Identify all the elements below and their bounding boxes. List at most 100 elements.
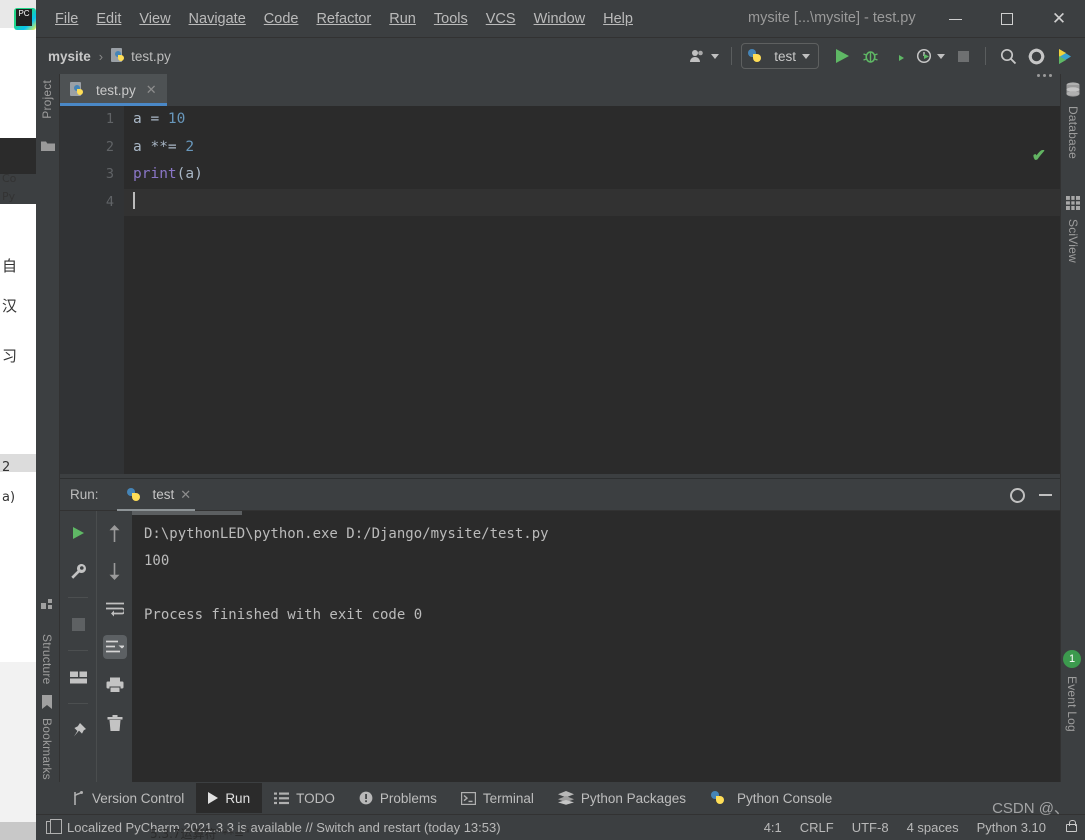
sidebar-item-bookmarks[interactable]: Bookmarks: [40, 718, 54, 780]
tab-python-console[interactable]: Python Console: [698, 783, 844, 813]
editor-tab-options-button[interactable]: [1037, 74, 1052, 106]
menu-help-label: Help: [603, 10, 633, 27]
minimize-button[interactable]: [929, 0, 981, 38]
tab-version-control[interactable]: Version Control: [60, 783, 196, 813]
tab-run[interactable]: Run: [196, 783, 263, 813]
menu-vcs-label: VCS: [485, 10, 516, 27]
layout-button[interactable]: [66, 665, 90, 689]
menu-item-view[interactable]: View: [130, 7, 179, 31]
console-line: D:\pythonLED\python.exe D:/Django/mysite…: [144, 526, 549, 542]
maximize-icon: [1001, 13, 1013, 25]
menu-item-code[interactable]: Code: [255, 7, 308, 31]
settings-icon[interactable]: [1010, 487, 1025, 503]
sidebar-item-sciview[interactable]: SciView: [1066, 219, 1080, 263]
print-button[interactable]: [103, 673, 127, 697]
tab-problems[interactable]: Problems: [347, 783, 449, 813]
chevron-down-icon: [711, 53, 720, 59]
notification-icon[interactable]: [46, 819, 62, 834]
editor-tab-bar: test.py ✕: [60, 74, 1060, 106]
menu-item-navigate[interactable]: Navigate: [180, 7, 255, 31]
settings-button[interactable]: [1023, 43, 1049, 69]
event-log-badge: 1: [1063, 650, 1081, 668]
sidebar-item-structure[interactable]: Structure: [40, 634, 54, 685]
menu-item-file[interactable]: File: [46, 7, 87, 31]
scroll-down-button[interactable]: [103, 559, 127, 583]
terminal-icon: [460, 791, 476, 805]
menu-item-edit[interactable]: Edit: [87, 7, 130, 31]
indent-setting[interactable]: 4 spaces: [907, 820, 959, 835]
status-message[interactable]: Localized PyCharm 2021.3.3 is available …: [67, 820, 501, 835]
coverage-button[interactable]: [885, 43, 911, 69]
plugin-button[interactable]: [1051, 43, 1077, 69]
run-button[interactable]: [829, 43, 855, 69]
breadcrumb-separator: ›: [98, 48, 104, 64]
debug-button[interactable]: [857, 43, 883, 69]
toolbar-divider: [68, 597, 88, 598]
code-editor[interactable]: 1 2 3 4 a = 10 a **= 2 print(a) ✔: [60, 106, 1060, 474]
menu-refactor-label: Refactor: [316, 10, 372, 27]
soft-wrap-icon: [105, 602, 124, 616]
scroll-to-end-button[interactable]: [102, 635, 127, 659]
maximize-button[interactable]: [981, 0, 1033, 38]
run-toolbar-right: [96, 511, 132, 782]
tab-terminal[interactable]: Terminal: [449, 783, 546, 813]
soft-wrap-button[interactable]: [103, 597, 127, 621]
event-log-stripe: 1 Event Log: [1060, 642, 1085, 782]
menu-item-window[interactable]: Window: [525, 7, 595, 31]
file-encoding[interactable]: UTF-8: [852, 820, 889, 835]
hide-icon[interactable]: [1039, 494, 1052, 496]
menu-bar: File Edit View Navigate Code Refactor Ru…: [46, 7, 642, 31]
console-line: Process finished with exit code 0: [144, 607, 423, 623]
menu-code-label: Code: [263, 10, 299, 27]
inspection-status-icon[interactable]: ✔: [1032, 146, 1046, 166]
code-line-1: a = 10: [133, 111, 186, 127]
run-settings-button[interactable]: [66, 559, 90, 583]
bookmark-icon: [42, 695, 52, 709]
lock-icon[interactable]: [1066, 819, 1077, 832]
sidebar-item-event-log[interactable]: Event Log: [1065, 676, 1079, 732]
line-separator[interactable]: CRLF: [800, 820, 834, 835]
tab-todo[interactable]: TODO: [262, 783, 347, 813]
search-everywhere-button[interactable]: [995, 43, 1021, 69]
rerun-button[interactable]: [66, 521, 90, 545]
python-config-icon: [748, 48, 763, 64]
console-output[interactable]: D:\pythonLED\python.exe D:/Django/mysite…: [132, 511, 1060, 782]
tab-label: TODO: [296, 790, 335, 806]
breadcrumb-project[interactable]: mysite: [48, 49, 91, 64]
run-tool-window: Run: test ✕ D:\pythonLED\python.exe D:/D…: [60, 478, 1060, 782]
window-controls: ✕: [929, 0, 1085, 38]
toolbar-divider-2: [985, 47, 986, 65]
run-icon: [835, 49, 849, 63]
run-tab-test[interactable]: test ✕: [116, 479, 196, 511]
console-scrollbar[interactable]: [132, 511, 242, 515]
clear-all-button[interactable]: [103, 711, 127, 735]
editor-tab-test-py[interactable]: test.py ✕: [60, 74, 167, 106]
caret-position[interactable]: 4:1: [764, 820, 782, 835]
menu-run-label: Run: [389, 10, 416, 27]
profiler-button[interactable]: [913, 43, 948, 69]
run-configuration-selector[interactable]: test: [741, 43, 819, 69]
breadcrumb-file[interactable]: test.py: [131, 49, 171, 64]
pycharm-logo-icon: [14, 7, 36, 30]
menu-item-refactor[interactable]: Refactor: [307, 7, 380, 31]
close-icon[interactable]: ✕: [146, 82, 157, 98]
menu-item-help[interactable]: Help: [594, 7, 642, 31]
sciview-icon: [1066, 196, 1080, 210]
close-button[interactable]: ✕: [1033, 0, 1085, 38]
run-icon: [208, 792, 219, 804]
tab-python-packages[interactable]: Python Packages: [546, 783, 698, 813]
python-interpreter[interactable]: Python 3.10: [977, 820, 1046, 835]
menu-item-run[interactable]: Run: [380, 7, 425, 31]
up-arrow-icon: [109, 524, 120, 542]
run-window-header-actions: [1010, 479, 1052, 511]
menu-item-vcs[interactable]: VCS: [477, 7, 525, 31]
menu-item-tools[interactable]: Tools: [425, 7, 477, 31]
sidebar-item-project[interactable]: Project: [40, 80, 54, 119]
tab-label: Problems: [379, 790, 437, 806]
scroll-up-button[interactable]: [103, 521, 127, 545]
profile-button[interactable]: [687, 43, 722, 69]
pin-button[interactable]: [66, 718, 90, 742]
line-number: 2: [105, 139, 114, 155]
close-icon[interactable]: ✕: [180, 487, 191, 503]
sidebar-item-database[interactable]: Database: [1066, 106, 1080, 159]
